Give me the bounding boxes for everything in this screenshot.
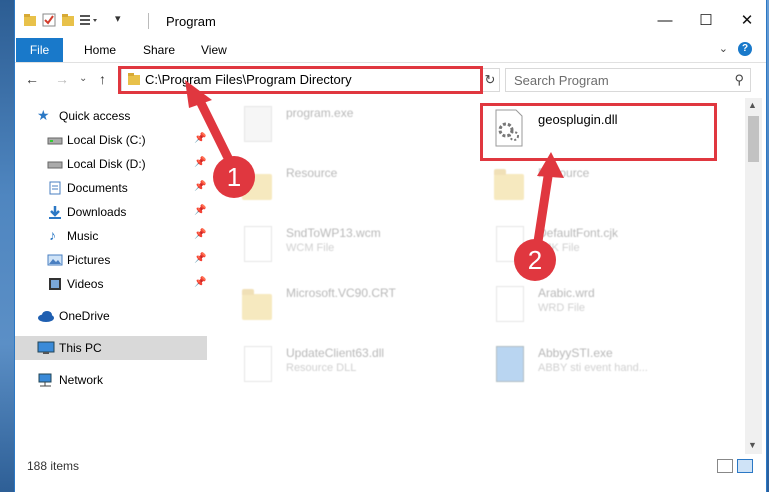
step-marker-1: 1 [213, 156, 255, 198]
explorer-window: ▾ Program — ☐ ✕ File Home Share View ⌄ ?… [14, 0, 767, 492]
desktop-background-left [0, 0, 14, 492]
annotation-arrows [185, 80, 564, 253]
step-marker-2: 2 [514, 239, 556, 281]
